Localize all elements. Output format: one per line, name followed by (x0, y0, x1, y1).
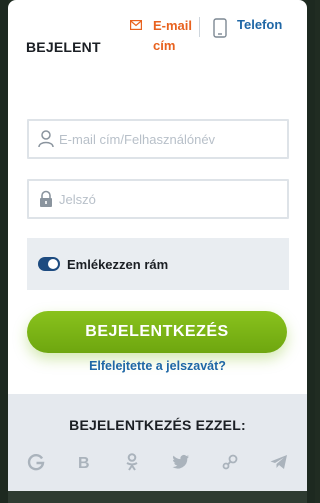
social-icons-row: B (24, 452, 294, 474)
phone-icon (213, 18, 227, 38)
steam-icon[interactable] (220, 452, 240, 472)
background-footer-peek (8, 491, 307, 503)
twitter-icon[interactable] (171, 452, 191, 472)
google-icon[interactable] (26, 452, 46, 472)
password-input[interactable] (59, 181, 281, 217)
toggle-knob (48, 259, 58, 269)
odnoklassniki-icon[interactable] (122, 452, 142, 472)
lock-icon (40, 190, 52, 207)
remember-me-label: Emlékezzen rám (67, 257, 169, 272)
password-field (27, 179, 289, 219)
email-input[interactable] (59, 121, 281, 157)
login-header: BEJELENT E-mail cím Telefon (8, 0, 307, 100)
tab-divider (199, 17, 200, 37)
social-login-title: BEJELENTKEZÉS EZZEL: (69, 417, 246, 433)
vk-icon[interactable]: B (74, 452, 94, 472)
remember-me-toggle[interactable] (38, 257, 60, 271)
tab-phone-label: Telefon (237, 17, 283, 32)
login-button[interactable]: BEJELENTKEZÉS (27, 311, 287, 353)
remember-me-row: Emlékezzen rám (27, 238, 289, 290)
background-left (0, 0, 8, 503)
telegram-icon[interactable] (269, 452, 289, 472)
social-login-section: BEJELENTKEZÉS EZZEL: B (8, 394, 307, 503)
forgot-password-link[interactable]: Elfelejtette a jelszavát? (8, 359, 307, 373)
background-right (307, 0, 315, 503)
mail-icon (130, 20, 142, 30)
svg-text:B: B (78, 455, 90, 472)
login-panel: BEJELENT E-mail cím Telefon E-mail cím/F… (8, 0, 307, 503)
user-icon (38, 130, 54, 148)
login-title: BEJELENT (26, 39, 101, 55)
email-field (27, 119, 289, 159)
tab-email-label: E-mail cím (153, 18, 193, 53)
